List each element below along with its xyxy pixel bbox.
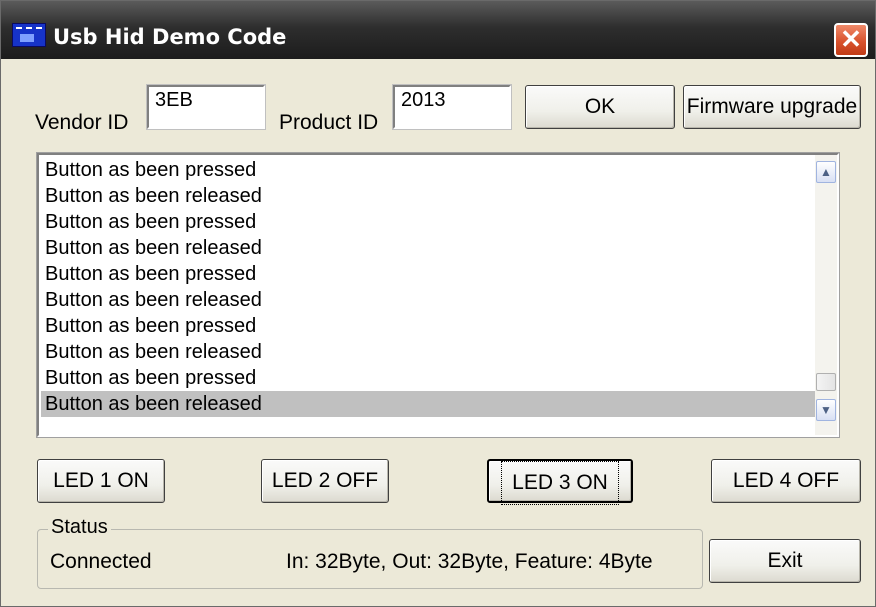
- dialog-body: Vendor ID 3EB Product ID 2013 OK Firmwar…: [13, 59, 865, 595]
- vendor-id-field[interactable]: 3EB: [146, 84, 266, 130]
- vertical-scrollbar[interactable]: ▲ ▼: [815, 155, 837, 435]
- led-3-button-label: LED 3 ON: [501, 461, 619, 505]
- product-id-field[interactable]: 2013: [392, 84, 512, 130]
- led-1-button[interactable]: LED 1 ON: [37, 459, 165, 503]
- led-4-button[interactable]: LED 4 OFF: [711, 459, 861, 503]
- close-button[interactable]: ✕: [834, 23, 868, 57]
- app-icon: [12, 23, 46, 47]
- report-size-info: In: 32Byte, Out: 32Byte, Feature: 4Byte: [286, 550, 653, 573]
- led-2-button[interactable]: LED 2 OFF: [261, 459, 389, 503]
- scroll-down-icon[interactable]: ▼: [816, 399, 836, 421]
- list-item[interactable]: Button as been released: [41, 183, 817, 209]
- ok-button[interactable]: OK: [525, 85, 675, 129]
- vendor-id-label: Vendor ID: [35, 111, 129, 134]
- exit-button[interactable]: Exit: [709, 539, 861, 583]
- scrollbar-thumb[interactable]: [816, 373, 836, 391]
- product-id-label: Product ID: [279, 111, 379, 134]
- window-title: Usb Hid Demo Code: [53, 25, 287, 49]
- event-log-list[interactable]: Button as been pressed Button as been rel…: [36, 152, 840, 438]
- firmware-upgrade-button[interactable]: Firmware upgrade: [683, 85, 861, 129]
- list-item[interactable]: Button as been released: [41, 339, 817, 365]
- list-item[interactable]: Button as been pressed: [41, 365, 817, 391]
- event-log-items: Button as been pressed Button as been rel…: [41, 157, 817, 417]
- connection-status: Connected: [50, 550, 152, 573]
- title-bar[interactable]: Usb Hid Demo Code ✕: [1, 1, 875, 59]
- list-item[interactable]: Button as been released: [41, 235, 817, 261]
- main-window: Usb Hid Demo Code ✕ Vendor ID 3EB Produc…: [0, 0, 876, 607]
- list-item[interactable]: Button as been released: [41, 391, 817, 417]
- list-item[interactable]: Button as been pressed: [41, 209, 817, 235]
- led-3-button[interactable]: LED 3 ON: [487, 459, 633, 505]
- list-item[interactable]: Button as been pressed: [41, 157, 817, 183]
- status-group: Status Connected In: 32Byte, Out: 32Byte…: [37, 516, 703, 589]
- list-item[interactable]: Button as been pressed: [41, 261, 817, 287]
- status-legend: Status: [48, 516, 111, 539]
- list-item[interactable]: Button as been released: [41, 287, 817, 313]
- list-item[interactable]: Button as been pressed: [41, 313, 817, 339]
- scroll-up-icon[interactable]: ▲: [816, 161, 836, 183]
